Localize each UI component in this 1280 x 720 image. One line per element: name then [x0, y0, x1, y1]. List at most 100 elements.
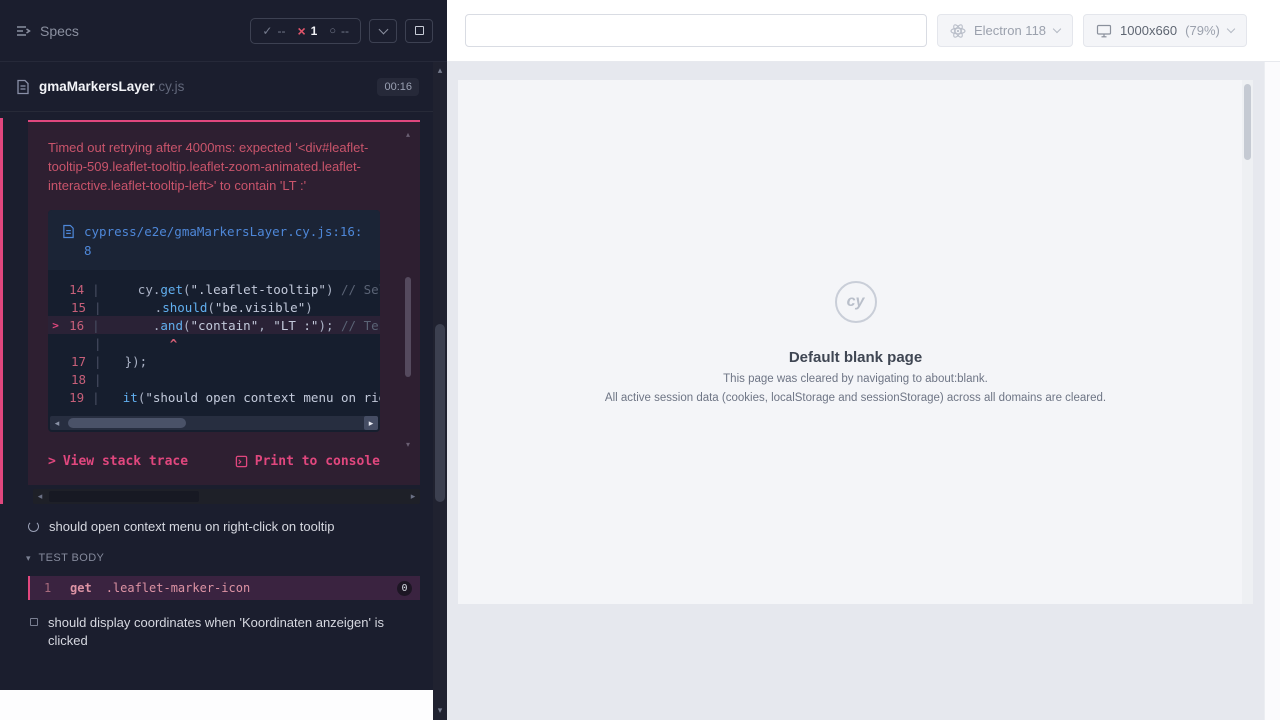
chevron-down-icon: [1227, 25, 1235, 33]
code-frame: cypress/e2e/gmaMarkersLayer.cy.js:16:8 1…: [48, 210, 380, 432]
code-line: 18|: [48, 370, 380, 388]
code-frame-file-link[interactable]: cypress/e2e/gmaMarkersLayer.cy.js:16:8: [48, 210, 380, 270]
aut-frame: cy Default blank page This page was clea…: [458, 80, 1253, 604]
stop-run-button[interactable]: [405, 19, 433, 43]
test-title: should display coordinates when 'Koordin…: [48, 614, 408, 650]
chevron-down-icon: ▾: [26, 553, 31, 564]
spec-ext: .cy.js: [155, 79, 185, 94]
error-panel-scrollbar[interactable]: ▴ ▾: [404, 134, 412, 445]
pending-count: --: [341, 24, 349, 38]
test-body-toggle[interactable]: ▾ TEST BODY: [0, 542, 433, 572]
spec-duration-badge: 00:16: [377, 78, 419, 96]
file-link-text: cypress/e2e/gmaMarkersLayer.cy.js:16:8: [84, 222, 366, 260]
scroll-down-icon[interactable]: ▾: [404, 440, 412, 449]
view-stack-trace-button[interactable]: > View stack trace: [48, 454, 188, 469]
stop-icon: [415, 26, 424, 35]
reporter-scroll-thumb[interactable]: [435, 324, 445, 502]
test-stats: ✓ -- × 1 ○ --: [250, 18, 361, 44]
collapse-all-button[interactable]: [369, 19, 397, 43]
specs-toggle[interactable]: Specs: [16, 23, 79, 39]
attempt-fail-indicator: [0, 118, 3, 504]
viewport-info[interactable]: 1000x660 (79%): [1083, 14, 1247, 47]
failed-count: 1: [311, 24, 318, 38]
command-number: 1: [44, 581, 70, 595]
reporter-sidebar: Specs ✓ -- × 1 ○ --: [0, 0, 447, 720]
test-title: should open context menu on right-click …: [49, 518, 334, 536]
runner-body: cy Default blank page This page was clea…: [447, 62, 1280, 720]
runner-pane: Electron 118 1000x660 (79%) cy Default b…: [447, 0, 1280, 720]
spec-file-icon: [16, 79, 30, 95]
reporter-header-controls: ✓ -- × 1 ○ --: [250, 18, 433, 44]
error-panel: Timed out retrying after 4000ms: expecte…: [28, 120, 420, 485]
scroll-down-icon[interactable]: ▾: [433, 705, 447, 716]
code-horizontal-scrollbar[interactable]: ◂ ▸: [50, 416, 378, 430]
passed-count: --: [277, 24, 285, 38]
chevron-down-icon: [1053, 25, 1061, 33]
scroll-right-icon[interactable]: ▸: [364, 416, 378, 430]
cypress-logo: cy: [835, 281, 877, 323]
chevron-right-icon: >: [48, 454, 56, 469]
runner-header: Electron 118 1000x660 (79%): [447, 0, 1280, 62]
test-running-row[interactable]: should open context menu on right-click …: [0, 504, 433, 542]
test-body-label: TEST BODY: [39, 552, 105, 564]
code-line: 17| });: [48, 352, 380, 370]
scroll-right-icon[interactable]: ▸: [406, 489, 420, 504]
print-to-console-button[interactable]: Print to console: [235, 454, 380, 469]
spec-name: gmaMarkersLayer.cy.js: [39, 79, 184, 94]
window-scroll-gutter: [1264, 62, 1280, 720]
electron-icon: [950, 23, 966, 39]
code-line: 19| it("should open context menu on righ: [48, 388, 380, 406]
cypress-app: Specs ✓ -- × 1 ○ --: [0, 0, 1280, 720]
stat-passed: ✓ --: [262, 24, 285, 38]
stat-failed: × 1: [297, 24, 317, 38]
reporter-content: gmaMarkersLayer.cy.js 00:16 Timed out re…: [0, 62, 433, 690]
blank-page-line2: All active session data (cookies, localS…: [605, 392, 1106, 404]
x-icon: ×: [297, 24, 305, 38]
reporter-scrollbar[interactable]: ▴ ▾: [433, 62, 447, 720]
stat-pending: ○ --: [329, 24, 349, 38]
monitor-icon: [1096, 24, 1112, 38]
code-hscroll-thumb[interactable]: [68, 418, 186, 428]
scroll-left-icon[interactable]: ◂: [50, 416, 64, 430]
print-to-console-label: Print to console: [255, 454, 380, 469]
command-count-badge: 0: [397, 581, 412, 596]
code-line: | ^: [48, 334, 380, 352]
console-icon: [235, 455, 248, 468]
failed-attempt: Timed out retrying after 4000ms: expecte…: [0, 120, 433, 504]
code-lines: 14| cy.get(".leaflet-tooltip") // Sele15…: [48, 270, 380, 408]
error-panel-scroll-thumb[interactable]: [405, 277, 411, 377]
blank-page-line1: This page was cleared by navigating to a…: [723, 373, 988, 385]
command-method: get: [70, 581, 92, 595]
chevron-down-icon: [378, 24, 388, 34]
spec-row[interactable]: gmaMarkersLayer.cy.js 00:16: [0, 62, 433, 112]
viewport-size: 1000x660: [1120, 23, 1177, 38]
code-line: >16| .and("contain", "LT :"); // Test: [48, 316, 380, 334]
test-pending-row[interactable]: should display coordinates when 'Koordin…: [0, 600, 433, 656]
aut-scroll-thumb[interactable]: [1244, 84, 1251, 160]
aut-scrollbar[interactable]: [1242, 80, 1253, 604]
scroll-up-icon[interactable]: ▴: [404, 130, 412, 139]
attempt-horizontal-scrollbar[interactable]: ◂ ▸: [33, 489, 420, 504]
specs-label: Specs: [40, 23, 79, 39]
test-running-spinner-icon: [28, 521, 39, 532]
reporter-header: Specs ✓ -- × 1 ○ --: [0, 0, 447, 62]
view-stack-trace-label: View stack trace: [63, 454, 188, 469]
browser-label: Electron 118: [974, 23, 1046, 38]
file-icon: [62, 224, 75, 239]
error-message: Timed out retrying after 4000ms: expecte…: [48, 138, 373, 195]
scroll-left-icon[interactable]: ◂: [33, 489, 47, 504]
command-target: .leaflet-marker-icon: [106, 581, 251, 595]
circle-icon: ○: [329, 25, 336, 37]
code-line: 15| .should("be.visible"): [48, 298, 380, 316]
code-line: 14| cy.get(".leaflet-tooltip") // Sele: [48, 280, 380, 298]
url-input[interactable]: [465, 14, 927, 47]
specs-menu-icon: [16, 25, 31, 37]
attempt-hscroll-thumb[interactable]: [49, 491, 199, 502]
browser-select[interactable]: Electron 118: [937, 14, 1073, 47]
check-icon: ✓: [262, 24, 272, 38]
stage: cy Default blank page This page was clea…: [447, 62, 1264, 720]
command-row[interactable]: 1 get .leaflet-marker-icon 0: [28, 576, 420, 600]
scroll-up-icon[interactable]: ▴: [433, 65, 447, 76]
viewport-scale: (79%): [1185, 23, 1220, 38]
test-pending-icon: [30, 618, 38, 626]
